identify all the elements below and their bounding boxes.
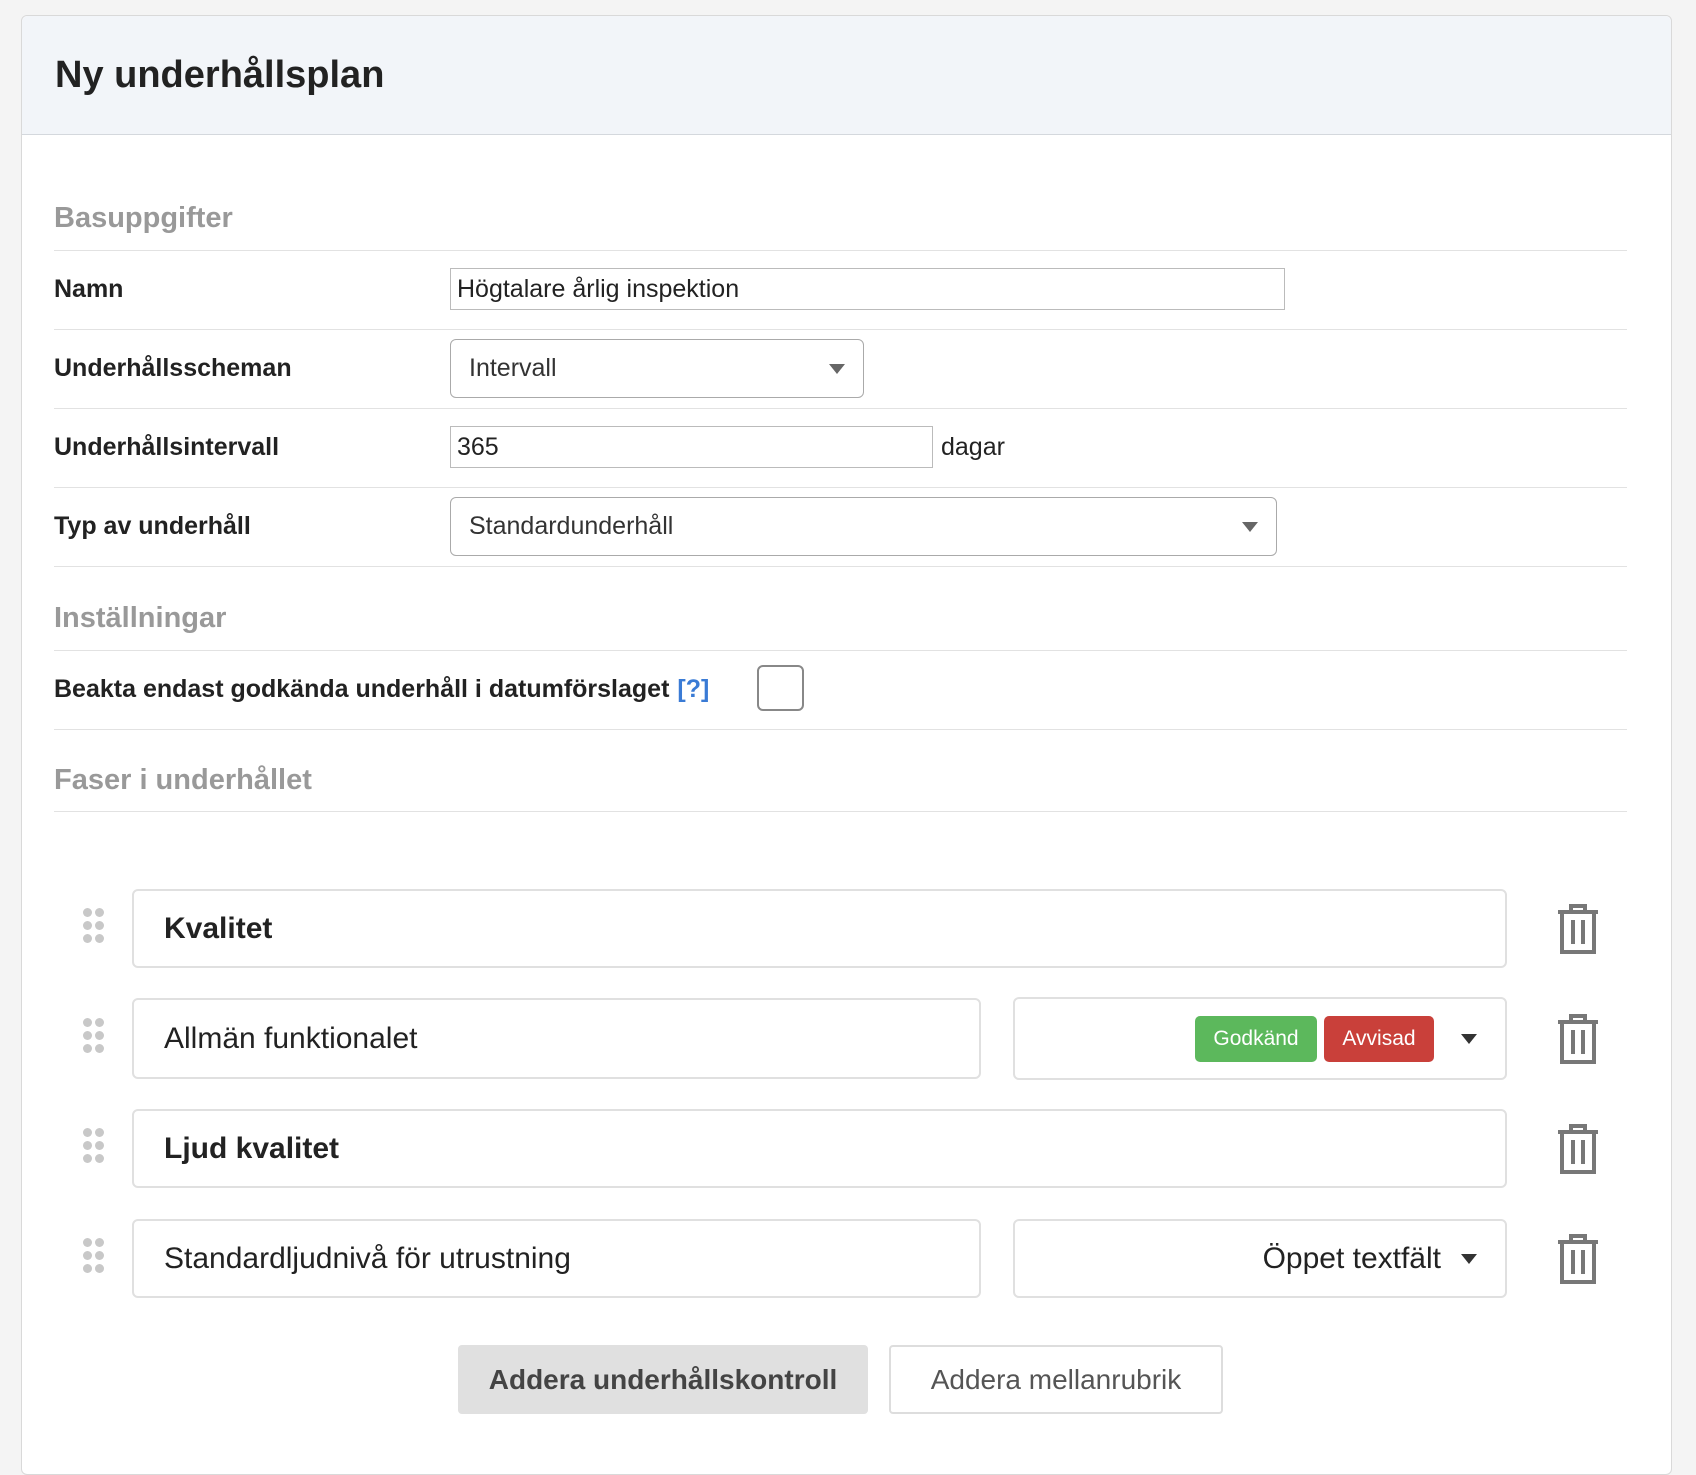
interval-label: Underhållsintervall (54, 433, 280, 461)
schedule-label: Underhållsscheman (54, 354, 292, 382)
divider (54, 729, 1627, 730)
divider (54, 487, 1627, 488)
chevron-down-icon (1461, 1253, 1477, 1264)
type-label: Typ av underhåll (54, 512, 251, 540)
drag-handle-icon[interactable] (83, 1238, 104, 1273)
divider (54, 408, 1627, 409)
type-value: Standardunderhåll (469, 512, 674, 540)
answer-type-value: Öppet textfält (1262, 1241, 1441, 1275)
divider (54, 811, 1627, 812)
badge-rejected: Avvisad (1324, 1015, 1434, 1062)
trash-icon[interactable] (1556, 1233, 1600, 1285)
schedule-value: Intervall (469, 354, 557, 382)
add-subheading-button[interactable]: Addera mellanrubrik (889, 1345, 1223, 1414)
name-label: Namn (54, 275, 124, 303)
trash-icon[interactable] (1556, 903, 1600, 955)
help-link[interactable]: [?] (677, 675, 709, 704)
type-select[interactable]: Standardunderhåll (450, 497, 1277, 556)
drag-handle-icon[interactable] (83, 908, 104, 943)
interval-input[interactable]: 365 (450, 426, 933, 468)
phase-heading-input[interactable]: Kvalitet (132, 889, 1507, 968)
drag-handle-icon[interactable] (83, 1128, 104, 1163)
phase-check-input[interactable]: Standardljudnivå för utrustning (132, 1219, 981, 1298)
drag-handle-icon[interactable] (83, 1018, 104, 1053)
divider (54, 650, 1627, 651)
section-settings: Inställningar (54, 602, 227, 634)
chevron-down-icon (829, 363, 845, 374)
chevron-down-icon (1242, 521, 1258, 532)
interval-unit: dagar (941, 433, 1005, 461)
approved-only-checkbox[interactable] (757, 665, 804, 711)
approved-only-row: Beakta endast godkända underhåll i datum… (54, 675, 709, 704)
panel-header: Ny underhållsplan (22, 16, 1671, 135)
badge-approved: Godkänd (1195, 1015, 1317, 1062)
phase-heading-input[interactable]: Ljud kvalitet (132, 1109, 1507, 1188)
page-title: Ny underhållsplan (55, 54, 385, 96)
answer-type-select[interactable]: Godkänd Avvisad (1013, 997, 1507, 1080)
trash-icon[interactable] (1556, 1123, 1600, 1175)
divider (54, 250, 1627, 251)
section-basic: Basuppgifter (54, 202, 233, 234)
approved-only-label: Beakta endast godkända underhåll i datum… (54, 675, 670, 703)
name-input[interactable]: Högtalare årlig inspektion (450, 268, 1285, 310)
divider (54, 329, 1627, 330)
trash-icon[interactable] (1556, 1013, 1600, 1065)
schedule-select[interactable]: Intervall (450, 339, 864, 398)
answer-type-select[interactable]: Öppet textfält (1013, 1219, 1507, 1298)
phase-check-input[interactable]: Allmän funktionalet (132, 998, 981, 1079)
chevron-down-icon (1461, 1033, 1477, 1044)
divider (54, 566, 1627, 567)
add-check-button[interactable]: Addera underhållskontroll (458, 1345, 868, 1414)
section-phases: Faser i underhållet (54, 764, 312, 796)
